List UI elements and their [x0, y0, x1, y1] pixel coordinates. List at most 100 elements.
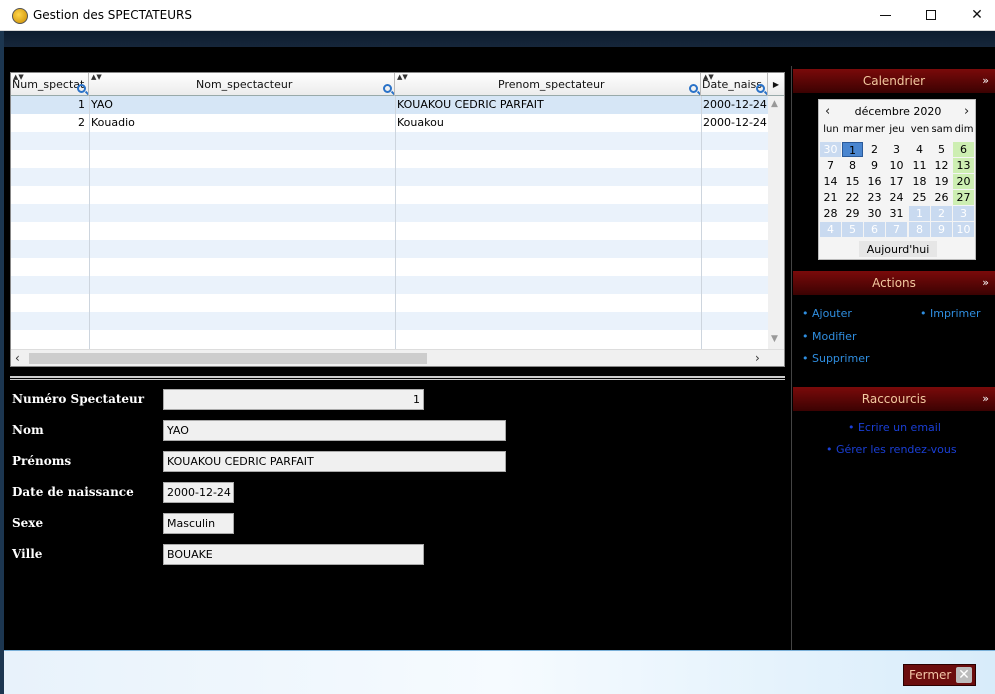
calendar-day[interactable]: 10 [953, 222, 974, 237]
empty-row [11, 132, 768, 150]
calendar-day[interactable]: 1 [909, 206, 930, 221]
calendar-day[interactable]: 26 [931, 190, 952, 205]
calendar-day[interactable]: 9 [931, 222, 952, 237]
edit-link[interactable]: • Modifier [802, 330, 856, 343]
calendar-day[interactable]: 9 [864, 158, 885, 173]
calendar-day[interactable]: 22 [842, 190, 863, 205]
sort-icon[interactable]: ▲▼ [397, 73, 408, 89]
calendar-day[interactable]: 14 [820, 174, 841, 189]
numero-field[interactable]: 1 [163, 389, 424, 410]
column-header-date[interactable]: ▲▼ Date_naiss [701, 73, 768, 96]
calendar-day-selected[interactable]: 1 [842, 142, 863, 157]
nom-field[interactable]: YAO [163, 420, 506, 441]
column-header-nom[interactable]: ▲▼ Nom_spectacteur [89, 73, 395, 96]
calendar-day[interactable]: 5 [842, 222, 863, 237]
column-header-num[interactable]: ▲▼ Num_spectat [11, 73, 89, 96]
collapse-icon[interactable]: » [982, 69, 989, 93]
weekday-label: sam [931, 124, 953, 135]
minimize-icon [880, 15, 891, 16]
vertical-scrollbar[interactable]: ▲ ▼ [768, 96, 784, 349]
chevron-left-icon[interactable]: ‹ [15, 351, 20, 365]
date-naissance-field[interactable]: 2000-12-24 [163, 482, 234, 503]
calendar-day[interactable]: 18 [909, 174, 930, 189]
footer-bar [4, 650, 995, 694]
calendar-day[interactable]: 12 [931, 158, 952, 173]
cell-num: 1 [78, 98, 85, 111]
calendar-day[interactable]: 28 [820, 206, 841, 221]
window-title: Gestion des SPECTATEURS [33, 8, 192, 22]
table-row[interactable]: 1 YAO KOUAKOU CEDRIC PARFAIT 2000-12-24 [11, 96, 768, 114]
calendar-day[interactable]: 6 [864, 222, 885, 237]
minimize-button[interactable] [862, 0, 908, 31]
calendar-day[interactable]: 29 [842, 206, 863, 221]
calendar-day[interactable]: 25 [909, 190, 930, 205]
close-button[interactable]: Fermer ✕ [903, 664, 976, 686]
calendar-day[interactable]: 19 [931, 174, 952, 189]
collapse-icon[interactable]: » [982, 271, 989, 295]
calendar-day[interactable]: 30 [820, 142, 841, 157]
calendar-day[interactable]: 30 [864, 206, 885, 221]
calendar-day[interactable]: 24 [886, 190, 907, 205]
calendar-day[interactable]: 16 [864, 174, 885, 189]
sort-icon[interactable]: ▲▼ [91, 73, 102, 89]
cell-date: 2000-12-24 [703, 116, 767, 129]
calendar-day[interactable]: 6 [953, 142, 974, 157]
splitter[interactable] [10, 376, 785, 380]
actions-panel-header[interactable]: Actions » [793, 271, 995, 295]
calendar-panel-header[interactable]: Calendrier » [793, 69, 995, 93]
search-icon[interactable] [383, 84, 392, 93]
weekday-label: mer [864, 124, 885, 135]
calendar-day[interactable]: 8 [842, 158, 863, 173]
calendar-day[interactable]: 7 [886, 222, 907, 237]
delete-link[interactable]: • Supprimer [802, 352, 870, 365]
calendar-day[interactable]: 10 [886, 158, 907, 173]
calendar-day[interactable]: 17 [886, 174, 907, 189]
calendar-day[interactable]: 21 [820, 190, 841, 205]
search-icon[interactable] [77, 84, 86, 93]
calendar-day[interactable]: 7 [820, 158, 841, 173]
chevron-right-icon[interactable]: › [964, 104, 969, 119]
calendar-day[interactable]: 13 [953, 158, 974, 173]
calendar-day[interactable]: 8 [909, 222, 930, 237]
calendar-day[interactable]: 27 [953, 190, 974, 205]
table-body: 1 YAO KOUAKOU CEDRIC PARFAIT 2000-12-24 … [11, 96, 768, 349]
shortcuts-panel-header[interactable]: Raccourcis » [793, 387, 995, 411]
search-icon[interactable] [689, 84, 698, 93]
ville-field[interactable]: BOUAKE [163, 544, 424, 565]
calendar-day[interactable]: 31 [886, 206, 907, 221]
search-icon[interactable] [756, 84, 765, 93]
manage-appointments-link[interactable]: • Gérer les rendez-vous [826, 443, 957, 456]
calendar-day[interactable]: 2 [864, 142, 885, 157]
chevron-down-icon[interactable]: ▼ [771, 334, 778, 344]
column-header-prenom[interactable]: ▲▼ Prenom_spectateur [395, 73, 701, 96]
calendar-day[interactable]: 23 [864, 190, 885, 205]
calendar-day[interactable]: 4 [820, 222, 841, 237]
cell-prenom: KOUAKOU CEDRIC PARFAIT [397, 98, 544, 111]
add-link[interactable]: • Ajouter [802, 307, 852, 320]
horizontal-scrollbar[interactable]: ‹ › [11, 349, 784, 366]
write-email-link[interactable]: • Ecrire un email [848, 421, 941, 434]
calendar-day[interactable]: 3 [953, 206, 974, 221]
calendar-day[interactable]: 3 [886, 142, 907, 157]
columns-scroll-right-icon[interactable]: ▶ [768, 73, 784, 96]
print-link[interactable]: • Imprimer [920, 307, 981, 320]
scrollbar-thumb[interactable] [29, 353, 427, 364]
close-window-button[interactable]: ✕ [954, 0, 995, 31]
collapse-icon[interactable]: » [982, 387, 989, 411]
prenoms-field[interactable]: KOUAKOU CEDRIC PARFAIT [163, 451, 506, 472]
chevron-right-icon[interactable]: › [755, 351, 760, 365]
maximize-button[interactable] [908, 0, 954, 31]
calendar-day[interactable]: 2 [931, 206, 952, 221]
today-button[interactable]: Aujourd'hui [859, 241, 937, 257]
weekday-label: ven [910, 124, 930, 135]
calendar-day[interactable]: 5 [931, 142, 952, 157]
calendar-day[interactable]: 20 [953, 174, 974, 189]
sexe-field[interactable]: Masculin [163, 513, 234, 534]
chevron-up-icon[interactable]: ▲ [771, 99, 778, 109]
empty-row [11, 204, 768, 222]
column-header-label: Prenom_spectateur [498, 78, 605, 91]
calendar-day[interactable]: 15 [842, 174, 863, 189]
table-row[interactable]: 2 Kouadio Kouakou 2000-12-24 [11, 114, 768, 132]
calendar-day[interactable]: 11 [909, 158, 930, 173]
calendar-day[interactable]: 4 [909, 142, 930, 157]
